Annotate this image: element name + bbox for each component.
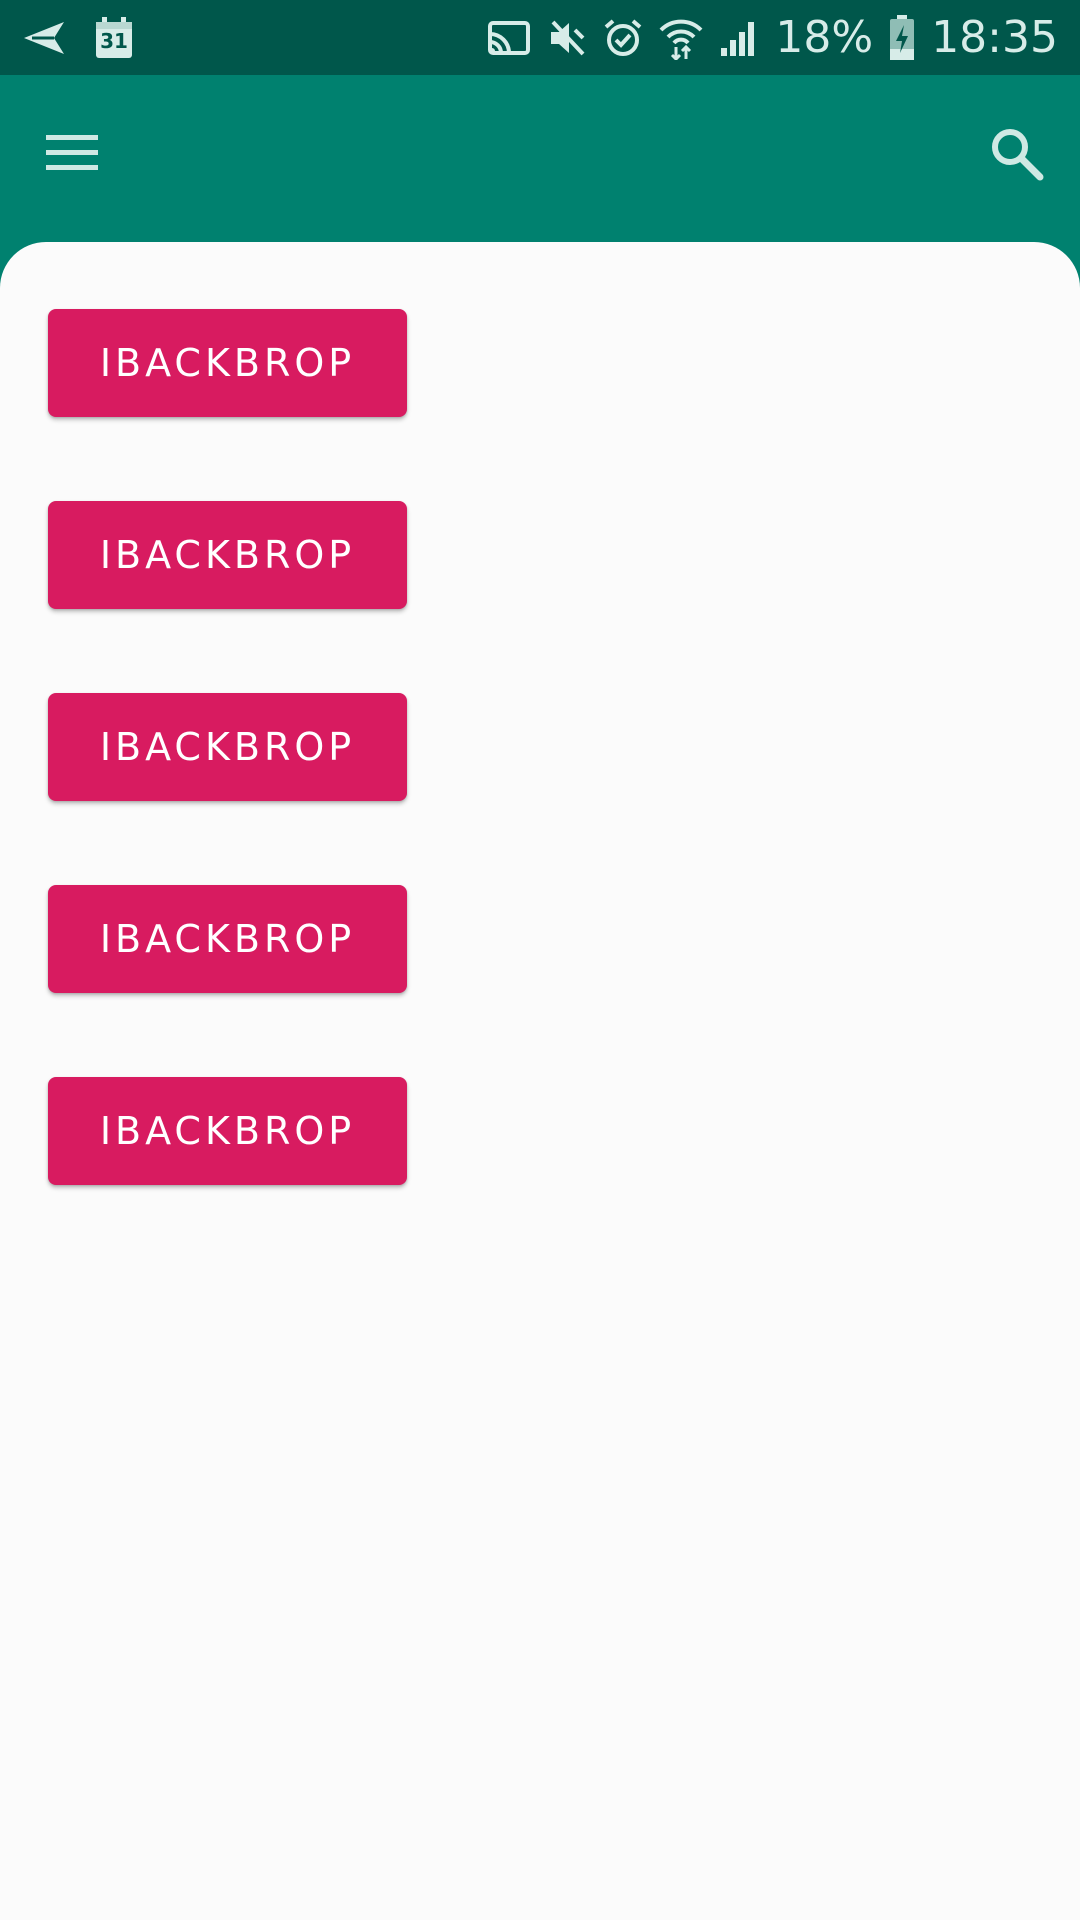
- alarm-icon: [603, 18, 643, 58]
- signal-icon: [719, 18, 759, 58]
- button-list: IBACKBROP IBACKBROP IBACKBROP IBACKBROP …: [48, 309, 407, 1269]
- mute-icon: [547, 18, 587, 58]
- app-bar: [0, 75, 1080, 243]
- menu-button[interactable]: [30, 125, 114, 185]
- backdrop-button-5[interactable]: IBACKBROP: [48, 1077, 407, 1185]
- calendar-day-text: 31: [100, 28, 128, 53]
- status-bar-left: 31: [22, 0, 134, 75]
- battery-percent: 18%: [775, 12, 874, 63]
- backdrop-button-4[interactable]: IBACKBROP: [48, 885, 407, 993]
- status-bar: 31 18% 18:35: [0, 0, 1080, 75]
- battery-charging-icon: [889, 14, 915, 61]
- backdrop-button-3[interactable]: IBACKBROP: [48, 693, 407, 801]
- status-bar-right: 18% 18:35: [487, 0, 1058, 75]
- backdrop-button-1[interactable]: IBACKBROP: [48, 309, 407, 417]
- menu-icon: [44, 133, 100, 177]
- search-button[interactable]: [978, 117, 1054, 193]
- search-icon: [988, 125, 1044, 185]
- calendar-icon: 31: [94, 16, 134, 60]
- clock-time: 18:35: [931, 12, 1058, 63]
- cast-icon: [487, 20, 531, 56]
- content-sheet: IBACKBROP IBACKBROP IBACKBROP IBACKBROP …: [0, 242, 1080, 1920]
- send-icon: [22, 20, 66, 56]
- backdrop-button-2[interactable]: IBACKBROP: [48, 501, 407, 609]
- wifi-icon: [659, 16, 703, 60]
